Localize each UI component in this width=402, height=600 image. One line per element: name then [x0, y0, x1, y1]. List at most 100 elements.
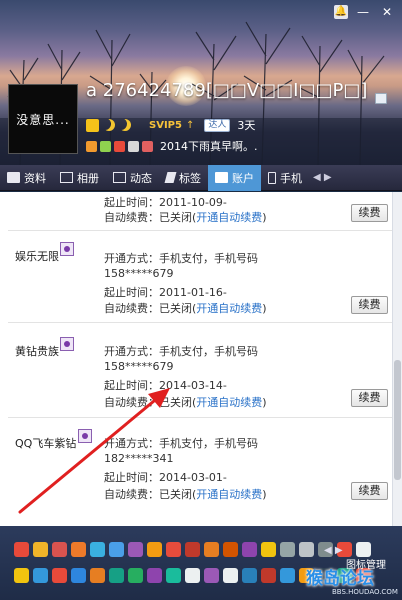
- tab-label: 相册: [77, 171, 99, 185]
- signature[interactable]: 2014下雨真早啊。.: [160, 138, 258, 154]
- app-shortcut-icon[interactable]: [128, 542, 143, 557]
- close-button[interactable]: ✕: [378, 4, 396, 20]
- feed-icon: [113, 172, 126, 183]
- app-shortcut-icon[interactable]: [261, 568, 276, 583]
- service-auto-renew: 自动续费：已关闭(开通自动续费): [104, 488, 267, 501]
- app-shortcut-icon[interactable]: [52, 542, 67, 557]
- tab-scroll-arrows[interactable]: ◀ ▶: [313, 172, 332, 183]
- app-shortcut-icon[interactable]: [242, 568, 257, 583]
- tab-label: 动态: [130, 171, 152, 185]
- enable-auto-renew-link[interactable]: 开通自动续费: [196, 302, 262, 315]
- moon-icon: [103, 119, 115, 131]
- app-icon-row-1: [14, 542, 371, 557]
- app-shortcut-icon[interactable]: [185, 542, 200, 557]
- forum-watermark-url: BBS.HOUDAO.COM: [332, 588, 398, 596]
- svip-badge[interactable]: SVIP5: [149, 120, 182, 131]
- mobile-phone-icon: [268, 171, 276, 184]
- forum-watermark: 猴岛论坛: [306, 569, 374, 589]
- app-shortcut-icon[interactable]: [166, 542, 181, 557]
- profile-header: 🔔 — ✕ 没意思... a 276424789[□□V□□I□□P□] SVI…: [0, 0, 402, 165]
- app-shortcut-icon[interactable]: [280, 568, 295, 583]
- tab-album[interactable]: 相册: [53, 165, 106, 191]
- app-shortcut-icon[interactable]: [204, 568, 219, 583]
- game-icon: [100, 140, 111, 152]
- profile-card-icon: [7, 172, 20, 183]
- level-badges: SVIP5 ↑ 达人 3天: [86, 117, 255, 133]
- app-shortcut-icon[interactable]: [14, 542, 29, 557]
- app-shortcut-icon[interactable]: [109, 542, 124, 557]
- account-icon: [215, 172, 228, 183]
- moon-icon: [119, 119, 131, 131]
- service-name: QQ飞车紫钻: [15, 437, 77, 450]
- active-days: 3天: [237, 119, 256, 132]
- app-shortcut-icon[interactable]: [261, 542, 276, 557]
- app-shortcut-icon[interactable]: [71, 542, 86, 557]
- tab-label: 资料: [24, 171, 46, 185]
- app-shortcut-icon[interactable]: [109, 568, 124, 583]
- app-shortcut-icon[interactable]: [204, 542, 219, 557]
- window-controls: 🔔 — ✕: [334, 4, 396, 20]
- service-phone: 182*****341: [104, 452, 174, 465]
- status-row: 2014下雨真早啊。.: [86, 138, 258, 154]
- expert-badge[interactable]: 达人: [204, 118, 231, 132]
- service-name: 娱乐无限: [15, 250, 59, 263]
- app-shortcut-icon[interactable]: [90, 568, 105, 583]
- vip-icon: [86, 140, 97, 152]
- service-auto-renew: 自动续费：已关闭(开通自动续费): [104, 396, 267, 409]
- app-shortcut-icon[interactable]: [128, 568, 143, 583]
- enable-auto-renew-link[interactable]: 开通自动续费: [196, 396, 262, 409]
- app-shortcut-icon[interactable]: [33, 542, 48, 557]
- music-icon: [142, 140, 153, 152]
- renew-button[interactable]: 续费: [351, 482, 388, 500]
- service-name: 黄钻贵族: [15, 345, 59, 358]
- app-shortcut-icon[interactable]: [52, 568, 67, 583]
- tab-feed[interactable]: 动态: [106, 165, 159, 191]
- avatar[interactable]: 没意思...: [8, 84, 78, 154]
- vertical-scrollbar[interactable]: [392, 192, 402, 526]
- service-badge-icon: [60, 337, 74, 351]
- tab-tags[interactable]: 标签: [159, 165, 208, 191]
- skin-bell-icon[interactable]: 🔔: [334, 5, 348, 19]
- tab-mobile[interactable]: 手机: [261, 165, 309, 191]
- app-shortcut-icon[interactable]: [71, 568, 86, 583]
- service-auto-renew: 自动续费：已关闭(开通自动续费): [104, 302, 267, 315]
- divider: [8, 230, 392, 231]
- app-shortcut-icon[interactable]: [280, 542, 295, 557]
- app-shortcut-icon[interactable]: [299, 542, 314, 557]
- divider: [8, 417, 392, 418]
- app-shortcut-icon[interactable]: [33, 568, 48, 583]
- tab-account[interactable]: 账户: [208, 164, 261, 191]
- app-shortcut-icon[interactable]: [356, 542, 371, 557]
- heart-icon: [114, 140, 125, 152]
- app-shortcut-icon[interactable]: [14, 568, 29, 583]
- app-shortcut-icon[interactable]: [185, 568, 200, 583]
- service-badge-icon: [60, 242, 74, 256]
- service-phone: 158*****679: [104, 267, 174, 280]
- edit-profile-icon[interactable]: [375, 93, 387, 104]
- app-shortcut-icon[interactable]: [147, 542, 162, 557]
- app-shortcut-icon[interactable]: [223, 568, 238, 583]
- crown-icon: [86, 118, 99, 132]
- app-shortcut-icon[interactable]: [90, 542, 105, 557]
- appbar-scroll-arrows[interactable]: ◀ ▶: [324, 545, 343, 556]
- renew-button[interactable]: 续费: [351, 204, 388, 222]
- photo-album-icon: [60, 172, 73, 183]
- app-shortcut-icon[interactable]: [223, 542, 238, 557]
- divider: [8, 322, 392, 323]
- app-shortcut-icon[interactable]: [166, 568, 181, 583]
- service-method: 开通方式：手机支付，手机号码: [104, 252, 258, 265]
- service-start-date: 起止时间：2011-10-09-: [104, 196, 227, 209]
- service-start-date: 起止时间：2014-03-01-: [104, 471, 227, 484]
- app-shortcut-icon[interactable]: [147, 568, 162, 583]
- account-services-panel: 起止时间：2011-10-09- 自动续费：已关闭(开通自动续费) 续费 娱乐无…: [0, 192, 392, 526]
- service-badge-icon: [78, 429, 92, 443]
- enable-auto-renew-link[interactable]: 开通自动续费: [196, 211, 262, 224]
- renew-button[interactable]: 续费: [351, 389, 388, 407]
- svip-up-arrow-icon: ↑: [185, 119, 195, 131]
- minimize-button[interactable]: —: [354, 4, 372, 20]
- scrollbar-thumb[interactable]: [394, 360, 401, 480]
- renew-button[interactable]: 续费: [351, 296, 388, 314]
- tab-profile[interactable]: 资料: [0, 165, 53, 191]
- enable-auto-renew-link[interactable]: 开通自动续费: [196, 488, 262, 501]
- app-shortcut-icon[interactable]: [242, 542, 257, 557]
